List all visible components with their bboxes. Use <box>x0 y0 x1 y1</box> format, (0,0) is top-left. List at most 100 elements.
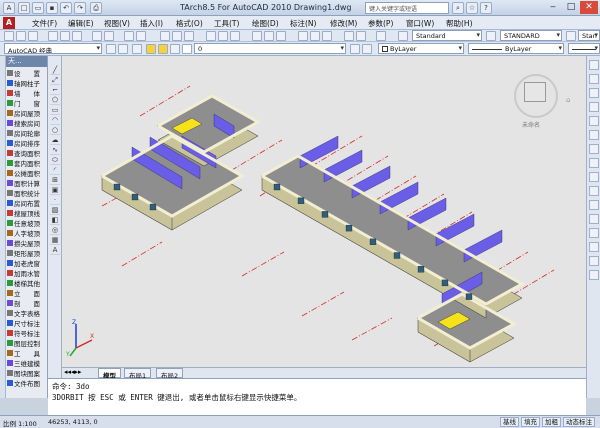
color-select[interactable]: ByLayer <box>378 43 464 54</box>
circle-icon[interactable]: ○ <box>50 126 60 135</box>
tab-layout1[interactable]: 布局1 <box>124 368 152 380</box>
tarch-menu-item[interactable]: 剖 面 <box>6 298 48 308</box>
explode-icon[interactable] <box>589 270 599 280</box>
lock-icon[interactable] <box>170 44 180 54</box>
tarch-menu-item[interactable]: 房间轮廓 <box>6 128 48 138</box>
communication-icon[interactable]: ☆ <box>466 2 478 14</box>
scale-icon[interactable] <box>589 158 599 168</box>
region-icon[interactable]: ◎ <box>50 226 60 235</box>
linetype-select[interactable]: ByLayer <box>468 43 564 54</box>
drawing-canvas[interactable]: 未命名 ⌂ Z X Y <box>62 56 586 367</box>
toolbar-icon[interactable] <box>344 31 354 41</box>
toolbar-icon[interactable] <box>276 31 286 41</box>
tarch-menu-item[interactable]: 套内面积 <box>6 158 48 168</box>
dynamic-dim-toggle[interactable]: 动态标注 <box>563 417 595 427</box>
menu-tools[interactable]: 工具(T) <box>214 18 239 29</box>
copy-icon[interactable] <box>589 74 599 84</box>
command-window[interactable]: 命令: 3do 3DORBIT 按 ESC 或 ENTER 键退出, 或者单击鼠… <box>48 378 586 415</box>
toolbar-icon[interactable] <box>322 31 332 41</box>
workspace-select[interactable]: AutoCAD 经典 <box>4 43 102 54</box>
open-icon[interactable]: ▭ <box>32 2 44 14</box>
close-button[interactable]: ✕ <box>580 1 598 14</box>
app-icon[interactable]: A <box>3 2 15 14</box>
fillet-icon[interactable] <box>589 256 599 266</box>
tarch-menu-item[interactable]: 立 面 <box>6 288 48 298</box>
tarch-menu-item[interactable]: 三维建模 <box>6 358 48 368</box>
toolbar-icon[interactable] <box>298 31 308 41</box>
table-style-select[interactable]: Stan <box>578 30 600 41</box>
tarch-menu-item[interactable]: 面积统计 <box>6 188 48 198</box>
move-icon[interactable] <box>589 130 599 140</box>
toolbar-icon[interactable] <box>264 31 274 41</box>
tarch-menu-item[interactable]: 人字坡顶 <box>6 228 48 238</box>
layer-color-icon[interactable] <box>182 44 192 54</box>
rectangle-icon[interactable]: ▭ <box>50 106 60 115</box>
join-icon[interactable] <box>589 228 599 238</box>
tab-nav-icon[interactable]: ◂◂◂▸▸ <box>64 368 82 376</box>
break-icon[interactable] <box>589 214 599 224</box>
layer-manager-icon[interactable] <box>132 44 142 54</box>
tarch-menu-item[interactable]: 加老虎窗 <box>6 258 48 268</box>
search-icon[interactable]: ⌕ <box>452 2 464 14</box>
lightbulb-icon[interactable] <box>146 44 156 54</box>
menu-dimension[interactable]: 标注(N) <box>290 18 316 29</box>
tarch-menu-item[interactable]: 墙 体 <box>6 88 48 98</box>
ellipse-icon[interactable]: ⬭ <box>50 156 60 165</box>
layer-icon[interactable] <box>362 44 372 54</box>
toolbar-icon[interactable] <box>60 31 70 41</box>
spline-icon[interactable]: ∿ <box>50 146 60 155</box>
toolbar-icon[interactable] <box>230 31 240 41</box>
toolbar-icon[interactable] <box>118 44 128 54</box>
autocad-logo-icon[interactable]: A <box>3 17 15 29</box>
tarch-menu-item[interactable]: 矩形屋顶 <box>6 248 48 258</box>
trim-icon[interactable] <box>589 186 599 196</box>
menu-help[interactable]: 帮助(H) <box>446 18 473 29</box>
tarch-menu-item[interactable]: 图块图案 <box>6 368 48 378</box>
layer-previous-icon[interactable] <box>350 44 360 54</box>
tarch-menu-item[interactable]: 搜索房间 <box>6 118 48 128</box>
polyline-icon[interactable]: ⌐ <box>50 86 60 95</box>
offset-icon[interactable] <box>589 102 599 112</box>
insert-block-icon[interactable]: ⊞ <box>50 176 60 185</box>
new-icon[interactable]: □ <box>18 2 30 14</box>
ellipse-arc-icon[interactable]: ◜ <box>50 166 60 175</box>
tarch-menu-item[interactable]: 设 置 <box>6 68 48 78</box>
toolbar-icon[interactable] <box>4 31 14 41</box>
menu-parametric[interactable]: 参数(P) <box>368 18 393 29</box>
toolbar-icon[interactable] <box>160 31 170 41</box>
dim-style-select[interactable]: STANDARD <box>500 30 562 41</box>
mtext-icon[interactable]: A <box>50 246 60 255</box>
sun-icon[interactable] <box>158 44 168 54</box>
menu-insert[interactable]: 插入(I) <box>140 18 163 29</box>
toolbar-icon[interactable] <box>136 31 146 41</box>
toolbar-icon[interactable] <box>172 31 182 41</box>
toolbar-icon[interactable] <box>356 31 366 41</box>
text-style-icon[interactable] <box>398 31 408 41</box>
toolbar-icon[interactable] <box>218 31 228 41</box>
menu-draw[interactable]: 绘图(D) <box>252 18 279 29</box>
toolbar-icon[interactable] <box>124 31 134 41</box>
tarch-menu-title[interactable]: 天... <box>6 56 47 67</box>
tarch-menu-item[interactable]: 轴网柱子 <box>6 78 48 88</box>
revcloud-icon[interactable]: ☁ <box>50 136 60 145</box>
array-icon[interactable] <box>589 116 599 126</box>
toolbar-icon[interactable] <box>16 31 26 41</box>
help-icon[interactable]: ? <box>480 2 492 14</box>
toolbar-icon[interactable] <box>376 31 386 41</box>
dim-style-icon[interactable] <box>486 31 496 41</box>
tarch-menu-item[interactable]: 工 具 <box>6 348 48 358</box>
tab-model[interactable]: 模型 <box>98 368 121 380</box>
tarch-menu-item[interactable]: 楼梯其他 <box>6 278 48 288</box>
polygon-icon[interactable]: ⬠ <box>50 96 60 105</box>
settings-icon[interactable] <box>106 44 116 54</box>
erase-icon[interactable] <box>589 60 599 70</box>
tarch-menu-item[interactable]: 查询面积 <box>6 148 48 158</box>
table-icon[interactable]: ▦ <box>50 236 60 245</box>
maximize-button[interactable]: □ <box>562 1 580 14</box>
toolbar-icon[interactable] <box>252 31 262 41</box>
menu-file[interactable]: 文件(F) <box>32 18 57 29</box>
line-icon[interactable]: ╱ <box>50 66 60 75</box>
lineweight-select[interactable] <box>568 43 600 54</box>
menu-format[interactable]: 格式(O) <box>176 18 203 29</box>
arc-icon[interactable]: ◠ <box>50 116 60 125</box>
